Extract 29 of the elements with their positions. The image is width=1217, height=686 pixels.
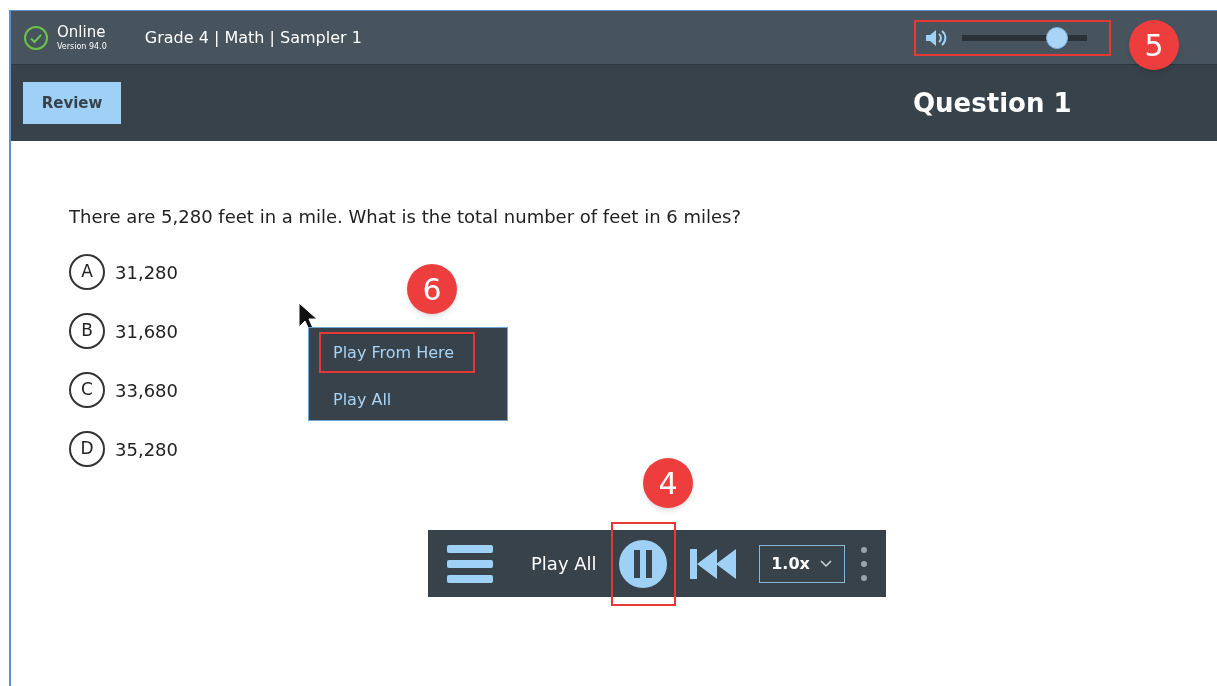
test-title: Grade 4 | Math | Sampler 1: [144, 26, 362, 49]
menu-item[interactable]: Play From Here: [319, 332, 475, 373]
answer-option[interactable]: C: [69, 372, 105, 408]
speaker-icon[interactable]: [923, 27, 948, 48]
menu-icon[interactable]: [447, 544, 493, 583]
answer-option[interactable]: A: [69, 254, 105, 290]
answer-option[interactable]: D: [69, 431, 105, 467]
callout-badge: 6: [407, 264, 457, 314]
answer-text: 33,680: [115, 378, 178, 403]
question-text: There are 5,280 feet in a mile. What is the total number of feet in 6 miles?: [69, 205, 742, 229]
answer-text: 31,680: [115, 319, 178, 344]
slider-thumb[interactable]: [1045, 26, 1068, 49]
volume-slider[interactable]: [961, 26, 1087, 49]
answer-text: 31,280: [115, 260, 178, 285]
check-circle-icon: [23, 24, 49, 51]
answer-option[interactable]: B: [69, 313, 105, 349]
review-button[interactable]: Review: [23, 82, 121, 124]
chevron-down-icon: [819, 559, 832, 568]
rewind-icon[interactable]: [689, 548, 736, 579]
version-label: Version 94.0: [57, 42, 107, 51]
answer-text: 35,280: [115, 437, 178, 462]
speed-select[interactable]: 1.0x: [758, 544, 845, 583]
pause-icon[interactable]: [619, 539, 668, 588]
menu-item[interactable]: Play All: [319, 379, 475, 420]
callout-badge: 4: [643, 458, 693, 508]
question-title: Question 1: [913, 86, 1072, 120]
play-mode-label: Play All: [531, 552, 597, 576]
more-options-icon[interactable]: [860, 546, 867, 581]
status-label: Online: [57, 24, 107, 40]
